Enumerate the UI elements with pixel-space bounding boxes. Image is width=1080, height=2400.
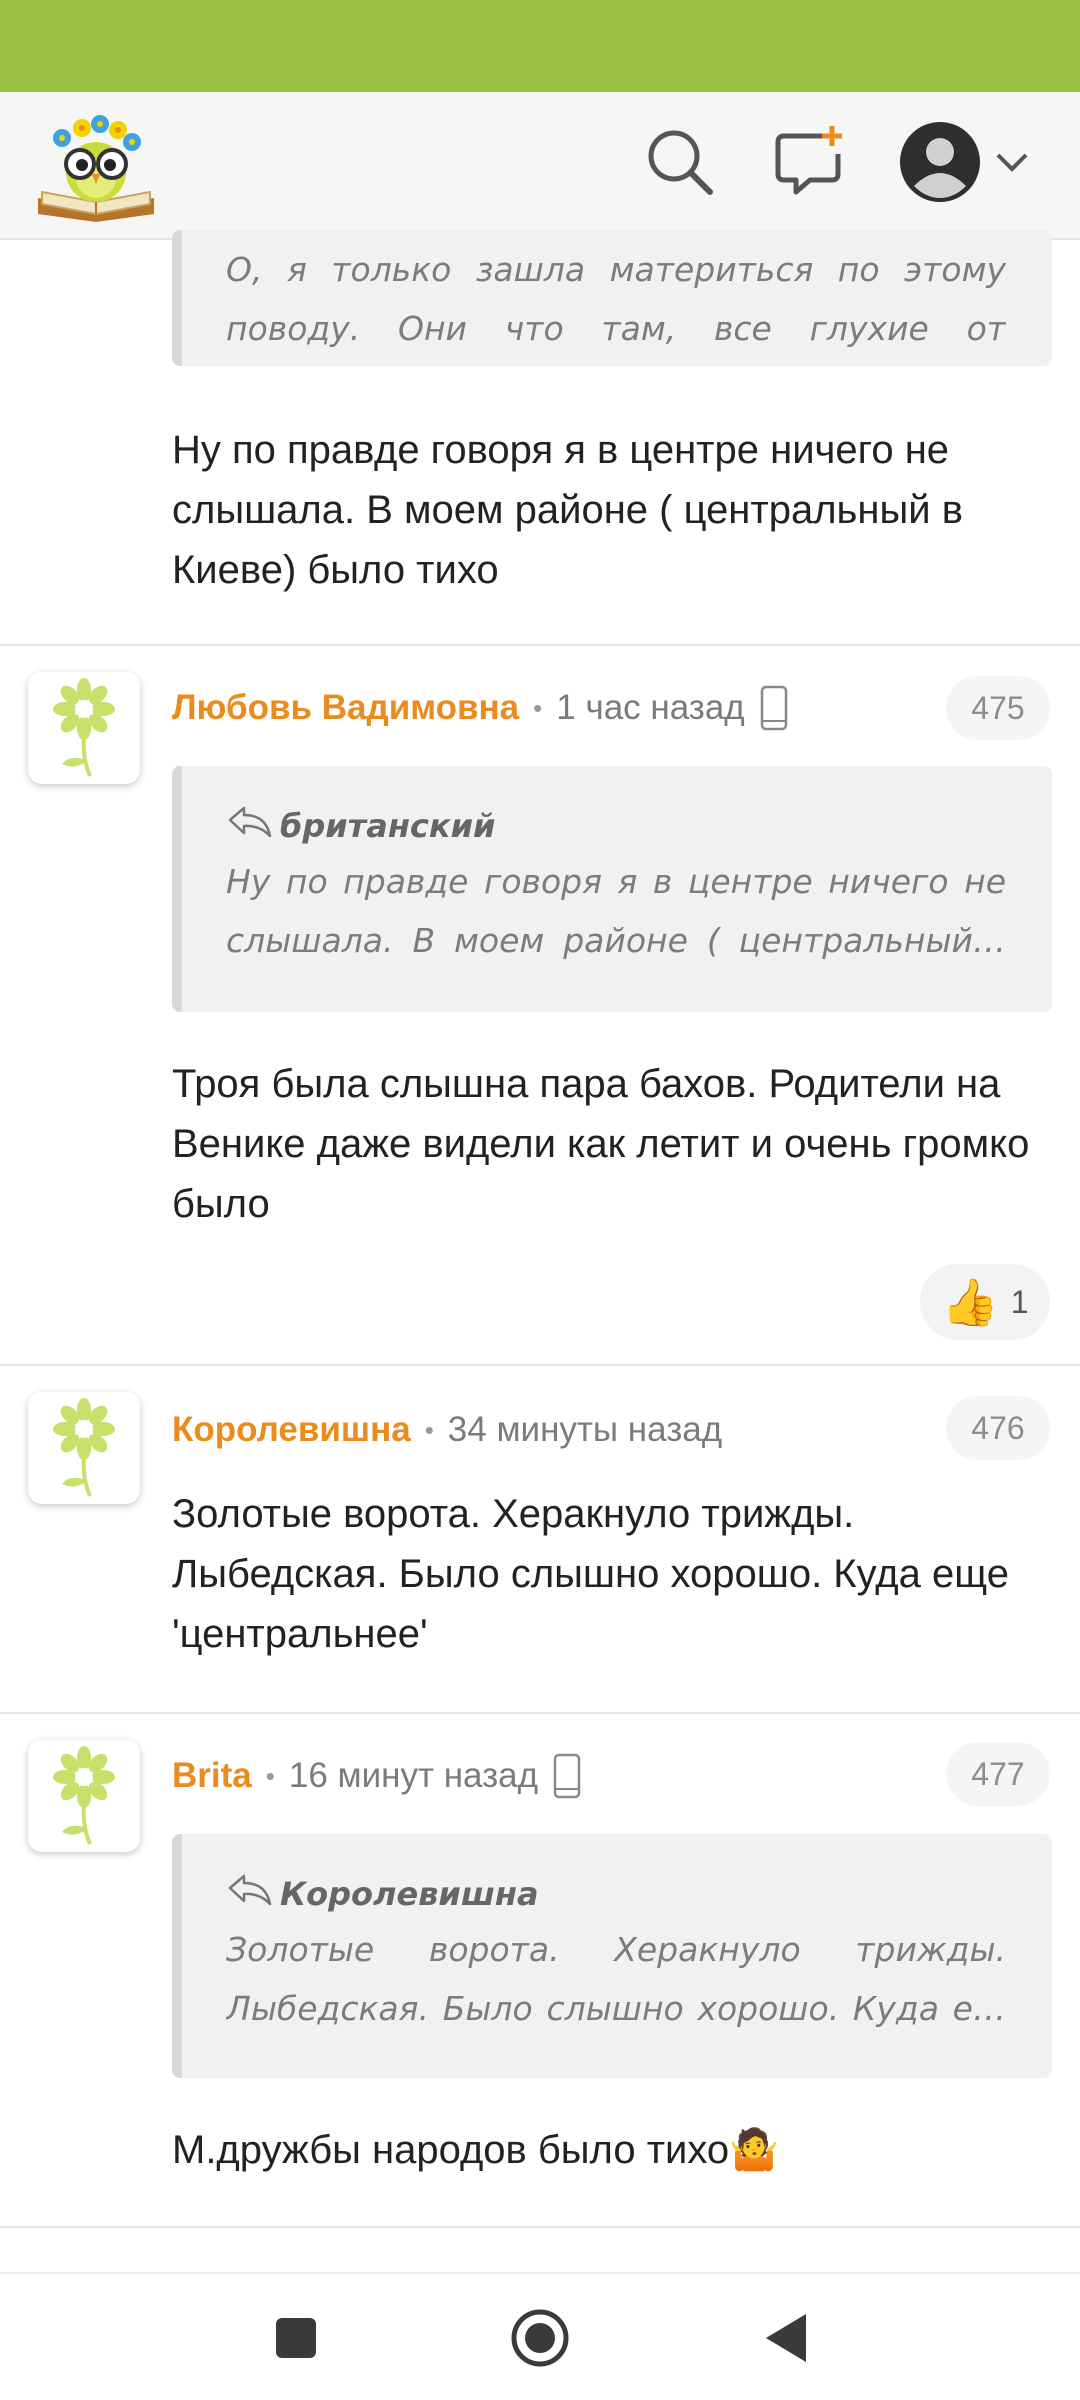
divider bbox=[0, 1712, 1080, 1714]
reply-arrow-icon bbox=[226, 1870, 274, 1918]
author-name[interactable]: Любовь Вадимовна bbox=[172, 688, 519, 728]
comment-number[interactable]: 475 bbox=[946, 676, 1050, 740]
author-name[interactable]: Brita bbox=[172, 1756, 252, 1796]
divider bbox=[0, 2226, 1080, 2228]
separator-dot: • bbox=[265, 1760, 275, 1791]
new-post-icon[interactable] bbox=[770, 122, 850, 202]
comment-meta: Любовь Вадимовна • 1 час назад bbox=[172, 678, 789, 738]
comment-time: 34 минуты назад bbox=[447, 1410, 723, 1449]
comment-number[interactable]: 477 bbox=[946, 1742, 1050, 1806]
top-app-bar bbox=[0, 92, 1080, 240]
comment-text: Золотые ворота. Херакнуло трижды. Лыбедс… bbox=[172, 1492, 1009, 1656]
author-name[interactable]: Королевишна bbox=[172, 1410, 411, 1450]
quote-author: британский bbox=[226, 802, 1006, 850]
comment-meta: Королевишна • 34 минуты назад bbox=[172, 1400, 722, 1460]
quote-author: Королевишна bbox=[226, 1870, 1006, 1918]
chevron-down-icon[interactable] bbox=[992, 142, 1032, 182]
divider bbox=[0, 644, 1080, 646]
comment-meta: Brita • 16 минут назад bbox=[172, 1746, 582, 1806]
quote-block: О, я только зашла материться по этому по… bbox=[172, 230, 1052, 366]
comment-number[interactable]: 476 bbox=[946, 1396, 1050, 1460]
quote-text: О, я только зашла материться по этому по… bbox=[226, 250, 1006, 348]
back-button[interactable] bbox=[754, 2306, 818, 2370]
site-logo[interactable] bbox=[32, 106, 160, 224]
divider bbox=[0, 1364, 1080, 1366]
recents-button[interactable] bbox=[264, 2306, 328, 2370]
quote-author-name: британский bbox=[280, 807, 496, 845]
mobile-phone-icon bbox=[552, 1753, 582, 1799]
separator-dot: • bbox=[533, 692, 543, 723]
comment-time: 16 минут назад bbox=[288, 1756, 539, 1795]
comment-text: Троя была слышна пара бахов. Родители на… bbox=[172, 1062, 1030, 1226]
user-avatar[interactable] bbox=[28, 672, 140, 784]
quote-block: британский Ну по правде говоря я в центр… bbox=[172, 766, 1052, 1012]
like-reaction[interactable]: 👍 1 bbox=[920, 1264, 1050, 1340]
like-count: 1 bbox=[1010, 1283, 1029, 1320]
comment-time: 1 час назад bbox=[556, 688, 745, 727]
user-avatar[interactable] bbox=[28, 1392, 140, 1504]
user-avatar-icon[interactable] bbox=[898, 120, 982, 204]
search-icon[interactable] bbox=[640, 122, 720, 202]
quote-author-name: Королевишна bbox=[280, 1875, 539, 1913]
comment-text: М.дружбы народов было тихо🤷 bbox=[172, 2128, 779, 2172]
reply-arrow-icon bbox=[226, 802, 274, 850]
system-navigation-bar bbox=[0, 2272, 1080, 2400]
user-avatar[interactable] bbox=[28, 1740, 140, 1852]
home-button[interactable] bbox=[508, 2306, 572, 2370]
quote-block: Королевишна Золотые ворота. Херакнуло тр… bbox=[172, 1834, 1052, 2078]
comment-text: Ну по правде говоря я в центре ничего не… bbox=[172, 428, 963, 592]
separator-dot: • bbox=[424, 1414, 434, 1445]
quote-text: Ну по правде говоря я в центре ничего не… bbox=[226, 862, 1006, 960]
quote-text: Золотые ворота. Херакнуло трижды. Лыбедс… bbox=[226, 1930, 1006, 2028]
mobile-phone-icon bbox=[759, 685, 789, 731]
status-bar bbox=[0, 0, 1080, 92]
thumbs-up-icon: 👍 bbox=[941, 1275, 999, 1328]
